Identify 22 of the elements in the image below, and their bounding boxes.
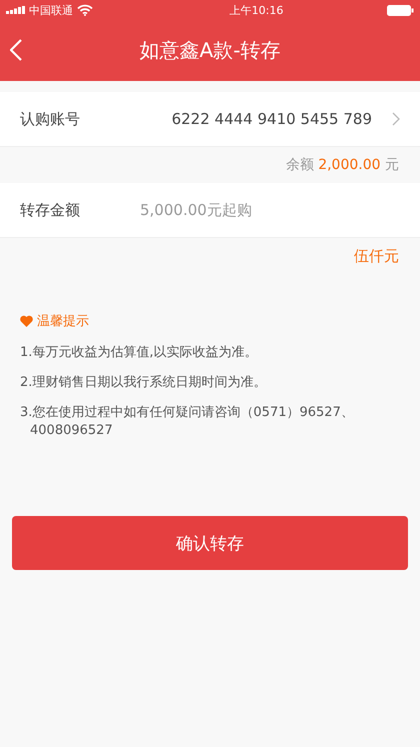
heart-icon: [20, 315, 33, 327]
account-label: 认购账号: [20, 110, 81, 128]
back-icon: [10, 39, 22, 61]
page-title: 如意鑫A款-转存: [140, 37, 280, 64]
back-button[interactable]: [10, 39, 22, 61]
signal-icon: [6, 6, 25, 14]
confirm-button[interactable]: 确认转存: [12, 516, 408, 570]
tip-text: 3.您在使用过程中如有任何疑问请咨询（0571）96527、4008096527: [20, 404, 355, 440]
wifi-icon: [77, 4, 93, 16]
amount-label: 转存金额: [20, 200, 81, 220]
tip-text: 2.理财销售日期以我行系统日期时间为准。: [20, 374, 268, 392]
status-time: 上午10:16: [230, 2, 284, 18]
tip-text: 1.每万元收益为估算值,以实际收益为准。: [20, 344, 259, 362]
account-row[interactable]: 认购账号 6222 4444 9410 5455 789: [0, 92, 420, 147]
battery-icon: [386, 4, 414, 16]
tips-title: 温馨提示: [37, 313, 89, 330]
account-number: 6222 4444 9410 5455 789: [170, 110, 372, 128]
carrier-name: 中国联通: [29, 2, 73, 18]
chevron-right-icon: [392, 112, 400, 126]
amount-in-words: 伍仟元: [354, 246, 399, 266]
amount-input[interactable]: 5,000.00元起购: [140, 201, 400, 219]
balance-text: 余额 2,000.00 元: [286, 156, 399, 174]
